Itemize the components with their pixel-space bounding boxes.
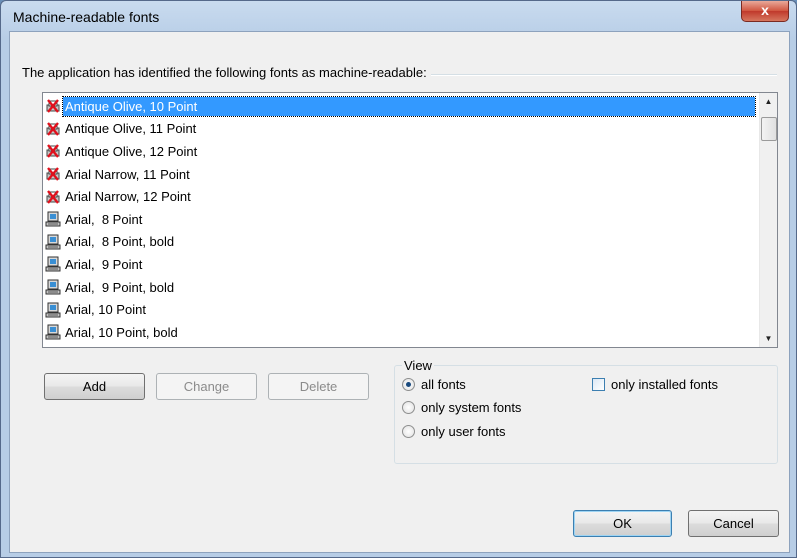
- scroll-down-icon[interactable]: ▼: [760, 330, 777, 347]
- delete-button[interactable]: Delete: [268, 373, 369, 400]
- font-list-item[interactable]: Arial, 8 Point, bold: [43, 231, 755, 254]
- font-list-item-label: Arial, 9 Point: [65, 256, 143, 272]
- font-list-item-label: Arial Narrow, 12 Point: [65, 189, 191, 205]
- printer-font-red-x-icon: [45, 189, 61, 205]
- close-icon: x: [761, 2, 769, 18]
- add-button[interactable]: Add: [44, 373, 145, 400]
- system-font-computer-icon: [45, 256, 61, 272]
- font-list-item[interactable]: Arial Narrow, 12 Point: [43, 185, 755, 208]
- scroll-thumb[interactable]: [761, 117, 777, 141]
- close-button[interactable]: x: [741, 1, 789, 22]
- font-list-item[interactable]: Antique Olive, 10 Point: [43, 95, 756, 118]
- font-list-item[interactable]: Arial, 9 Point: [43, 253, 755, 276]
- only-installed-fonts-label: only installed fonts: [611, 377, 718, 392]
- font-list-item[interactable]: Arial, 9 Point, bold: [43, 276, 755, 299]
- title-bar[interactable]: Machine-readable fonts x: [1, 1, 796, 31]
- scroll-up-icon[interactable]: ▲: [760, 93, 777, 110]
- font-list-item-label: Arial, 8 Point, bold: [65, 234, 175, 250]
- font-list-item-label: Arial Narrow, 11 Point: [65, 166, 190, 182]
- radio-all-fonts[interactable]: all fonts: [402, 377, 466, 392]
- font-list-item-label: Arial, 8 Point: [65, 211, 143, 227]
- dialog-window: Machine-readable fonts x The application…: [0, 0, 797, 558]
- fonts-group-label: The application has identified the follo…: [22, 65, 431, 80]
- radio-all-fonts-indicator[interactable]: [402, 378, 415, 391]
- font-list-item[interactable]: Arial, 8 Point: [43, 208, 755, 231]
- fonts-list: Antique Olive, 10 Point Antique Olive, 11…: [43, 95, 756, 344]
- font-list-item-label: Antique Olive, 12 Point: [65, 143, 198, 159]
- radio-only-system-fonts-label: only system fonts: [421, 400, 522, 415]
- radio-only-system-fonts[interactable]: only system fonts: [402, 400, 521, 415]
- dialog-body: The application has identified the follo…: [9, 31, 790, 553]
- printer-font-red-x-icon: [45, 166, 61, 182]
- font-list-item[interactable]: Arial, 10 Point, bold: [43, 321, 755, 344]
- font-list-item-label: Arial, 10 Point, bold: [65, 324, 178, 340]
- radio-only-system-fonts-indicator[interactable]: [402, 401, 415, 414]
- system-font-computer-icon: [45, 302, 61, 318]
- vertical-scrollbar[interactable]: ▲ ▼: [759, 93, 777, 347]
- font-list-item[interactable]: Arial, 10 Point: [43, 298, 755, 321]
- cancel-button[interactable]: Cancel: [688, 510, 779, 537]
- radio-only-user-fonts-label: only user fonts: [421, 424, 506, 439]
- printer-font-red-x-icon: [45, 98, 61, 114]
- change-button[interactable]: Change: [156, 373, 257, 400]
- only-installed-fonts-box[interactable]: [592, 378, 605, 391]
- printer-font-red-x-icon: [45, 143, 61, 159]
- system-font-computer-icon: [45, 234, 61, 250]
- font-list-item-label: Arial, 9 Point, bold: [65, 279, 175, 295]
- fonts-listbox[interactable]: Antique Olive, 10 Point Antique Olive, 11…: [42, 92, 778, 348]
- radio-only-user-fonts-indicator[interactable]: [402, 425, 415, 438]
- ok-button[interactable]: OK: [573, 510, 672, 537]
- radio-only-user-fonts[interactable]: only user fonts: [402, 424, 506, 439]
- system-font-computer-icon: [45, 211, 61, 227]
- font-list-item[interactable]: Arial Narrow, 11 Point: [43, 163, 755, 186]
- system-font-computer-icon: [45, 324, 61, 340]
- radio-all-fonts-label: all fonts: [421, 377, 466, 392]
- font-list-item[interactable]: Antique Olive, 11 Point: [43, 118, 755, 141]
- system-font-computer-icon: [45, 279, 61, 295]
- radio-selected-dot: [406, 382, 411, 387]
- window-title: Machine-readable fonts: [13, 9, 160, 25]
- only-installed-fonts-checkbox[interactable]: only installed fonts: [592, 377, 718, 392]
- font-list-item-label: Antique Olive, 11 Point: [65, 121, 197, 137]
- font-list-item[interactable]: Antique Olive, 12 Point: [43, 140, 755, 163]
- printer-font-red-x-icon: [45, 121, 61, 137]
- font-list-item-label: Antique Olive, 10 Point: [62, 95, 756, 117]
- view-group-label: View: [402, 358, 434, 373]
- font-list-item-label: Arial, 10 Point: [65, 302, 146, 318]
